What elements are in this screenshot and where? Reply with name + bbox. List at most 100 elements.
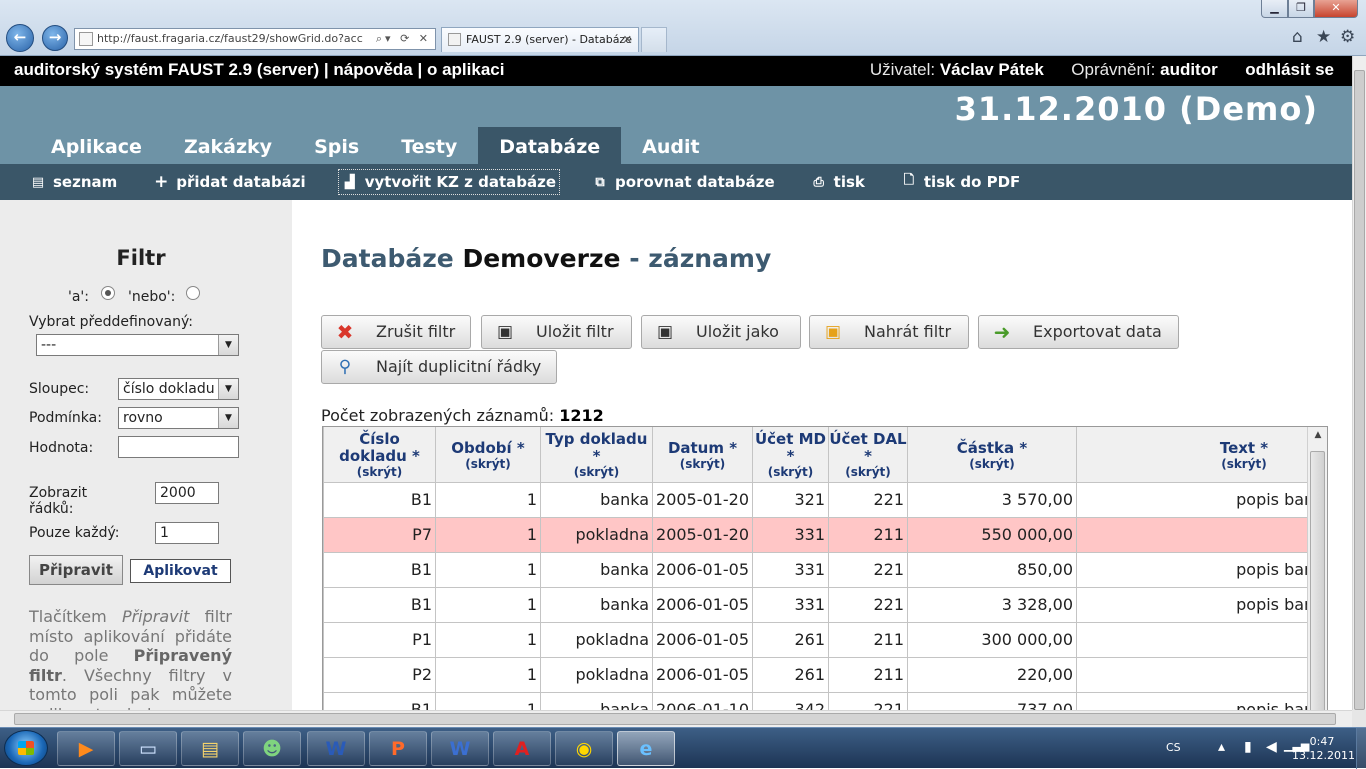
column-header[interactable]: Text * (skrýt) (1076, 427, 1327, 483)
tab-zakazky[interactable]: Zakázky (163, 127, 293, 164)
browser-tab-active[interactable]: FAUST 2.9 (server) - Databáze ✕ (441, 27, 639, 52)
sub-navigation: ▤ seznam + přidat databázi ▟ vytvořit KZ z … (0, 164, 1352, 200)
help-link[interactable]: nápověda (333, 60, 412, 79)
hide-column-link[interactable]: (skrýt) (653, 457, 752, 471)
table-row[interactable]: B11banka2005-01-203212213 570,00popis ba… (323, 481, 1327, 518)
table-row[interactable]: B11banka2006-01-053312213 328,00popis ba… (323, 586, 1327, 623)
page-favicon-icon (79, 32, 93, 46)
table-row[interactable]: P71pokladna2005-01-20331211550 000,00vyp… (323, 516, 1327, 553)
volume-icon[interactable]: ◀ (1266, 739, 1277, 755)
hide-column-link[interactable]: (skrýt) (541, 465, 652, 479)
chrome-icon[interactable]: ◉ (555, 731, 613, 766)
hide-column-link[interactable]: (skrýt) (436, 457, 540, 471)
table-row[interactable]: B11banka2006-01-05331221850,00popis bank… (323, 551, 1327, 588)
tray-arrow-icon[interactable]: ▴ (1218, 739, 1225, 755)
clear-filter-button[interactable]: ✖ Zrušit filtr (321, 315, 471, 349)
page-vertical-scrollbar[interactable] (1352, 56, 1366, 710)
grid-scroll-thumb[interactable] (1310, 451, 1325, 710)
subnav-seznam[interactable]: ▤ seznam (30, 173, 117, 191)
save-as-button[interactable]: ▣ Uložit jako (641, 315, 801, 349)
skype-icon[interactable]: W (307, 731, 365, 766)
minimize-window-button[interactable]: ▁ (1261, 0, 1288, 18)
grid-vertical-scrollbar[interactable]: ▲ (1307, 427, 1327, 710)
and-radio[interactable] (101, 286, 115, 300)
settings-gear-icon[interactable]: ⚙ (1340, 27, 1355, 47)
subnav-porovnat-databaze[interactable]: ⧉ porovnat databáze (592, 173, 774, 191)
acrobat-icon[interactable]: A (493, 731, 551, 766)
favorites-star-icon[interactable]: ★ (1316, 27, 1331, 47)
column-header[interactable]: Typ dokladu * (skrýt) (540, 427, 653, 483)
device-icon[interactable]: ▮ (1244, 739, 1252, 755)
page-horizontal-scrollbar[interactable] (0, 710, 1352, 727)
hide-column-link[interactable]: (skrýt) (829, 465, 907, 479)
every-input[interactable]: 1 (155, 522, 219, 544)
show-desktop-button[interactable] (1356, 728, 1366, 769)
back-button[interactable]: ← (6, 24, 34, 52)
powerpoint-icon[interactable]: P (369, 731, 427, 766)
tab-audit[interactable]: Audit (621, 127, 720, 164)
cell-period: 1 (435, 656, 541, 693)
column-header[interactable]: Částka * (skrýt) (907, 427, 1077, 483)
prepare-filter-button[interactable]: Připravit (29, 555, 123, 585)
messenger-icon[interactable]: ☻ (243, 731, 301, 766)
tab-databaze[interactable]: Databáze (478, 127, 622, 164)
hide-column-link[interactable]: (skrýt) (1077, 457, 1327, 471)
scroll-up-icon[interactable]: ▲ (1308, 430, 1327, 440)
maximize-window-button[interactable]: ❐ (1288, 0, 1314, 18)
value-input[interactable] (118, 436, 239, 458)
condition-select[interactable]: rovno ▼ (118, 407, 239, 429)
address-bar[interactable]: http://faust.fragaria.cz/faust29/showGri… (74, 28, 436, 50)
document-icon: 🗋 (903, 173, 915, 188)
column-header[interactable]: Účet DAL * (skrýt) (828, 427, 908, 483)
internet-explorer-icon[interactable]: e (617, 731, 675, 766)
column-header[interactable]: Číslo dokladu * (skrýt) (323, 427, 436, 483)
media-player-icon[interactable]: ▶ (57, 731, 115, 766)
hide-column-link[interactable]: (skrýt) (753, 465, 828, 479)
table-row[interactable]: P11pokladna2006-01-05261211300 000,00pen… (323, 621, 1327, 658)
column-header[interactable]: Období * (skrýt) (435, 427, 541, 483)
column-select[interactable]: číslo dokladu ▼ (118, 378, 239, 400)
load-filter-button[interactable]: ▣ Nahrát filtr (809, 315, 969, 349)
or-radio[interactable] (186, 286, 200, 300)
home-icon[interactable]: ⌂ (1292, 27, 1303, 47)
cell-date: 2005-01-20 (652, 481, 753, 518)
tab-testy[interactable]: Testy (380, 127, 478, 164)
cell-period: 1 (435, 481, 541, 518)
subnav-tisk-do-pdf[interactable]: 🗋 tisk do PDF (901, 171, 1021, 193)
apply-filter-button[interactable]: Aplikovat (130, 559, 231, 583)
record-count-value: 1212 (559, 406, 604, 425)
forward-button[interactable]: → (42, 25, 68, 51)
remote-desktop-icon[interactable]: ▭ (119, 731, 177, 766)
save-filter-button[interactable]: ▣ Uložit filtr (481, 315, 632, 349)
table-row[interactable]: B11banka2006-01-10342221737,00popis bank… (323, 691, 1327, 710)
taskbar-clock[interactable]: 0:47 13.12.2011 (1292, 735, 1355, 763)
start-button[interactable] (4, 730, 48, 766)
hide-column-link[interactable]: (skrýt) (324, 465, 435, 479)
subnav-tisk[interactable]: ⎙ tisk (811, 173, 864, 191)
subnav-vytvorit-kz[interactable]: ▟ vytvořit KZ z databáze (337, 169, 561, 195)
hide-column-link[interactable]: (skrýt) (908, 457, 1076, 471)
column-header[interactable]: Datum * (skrýt) (652, 427, 753, 483)
tab-aplikace[interactable]: Aplikace (30, 127, 163, 164)
chart-icon: ▟ (344, 174, 355, 190)
about-link[interactable]: o aplikaci (427, 60, 504, 79)
tab-spis[interactable]: Spis (293, 127, 380, 164)
page-vscroll-thumb[interactable] (1354, 70, 1365, 710)
word-icon[interactable]: W (431, 731, 489, 766)
find-duplicates-button[interactable]: ⚲ Najít duplicitní řádky (321, 350, 557, 384)
predefined-select[interactable]: --- ▼ (36, 334, 239, 356)
address-tools-icon[interactable]: ⌕▾ ⟳ ✕ (373, 29, 431, 49)
language-indicator[interactable]: CS (1166, 741, 1181, 754)
close-window-button[interactable]: ✕ (1314, 0, 1358, 18)
close-tab-icon[interactable]: ✕ (623, 28, 632, 52)
logout-link[interactable]: odhlásit se (1245, 60, 1334, 79)
subnav-pridat-databazi[interactable]: + přidat databázi (153, 172, 306, 192)
file-explorer-icon[interactable]: ▤ (181, 731, 239, 766)
column-header[interactable]: Účet MD * (skrýt) (752, 427, 829, 483)
table-row[interactable]: P21pokladna2006-01-05261211220,00peníze … (323, 656, 1327, 693)
new-tab-button[interactable] (641, 27, 667, 52)
cell-amount: 300 000,00 (907, 621, 1077, 658)
export-data-button[interactable]: ➜ Exportovat data (978, 315, 1179, 349)
rows-input[interactable]: 2000 (155, 482, 219, 504)
page-hscroll-thumb[interactable] (14, 713, 1336, 725)
